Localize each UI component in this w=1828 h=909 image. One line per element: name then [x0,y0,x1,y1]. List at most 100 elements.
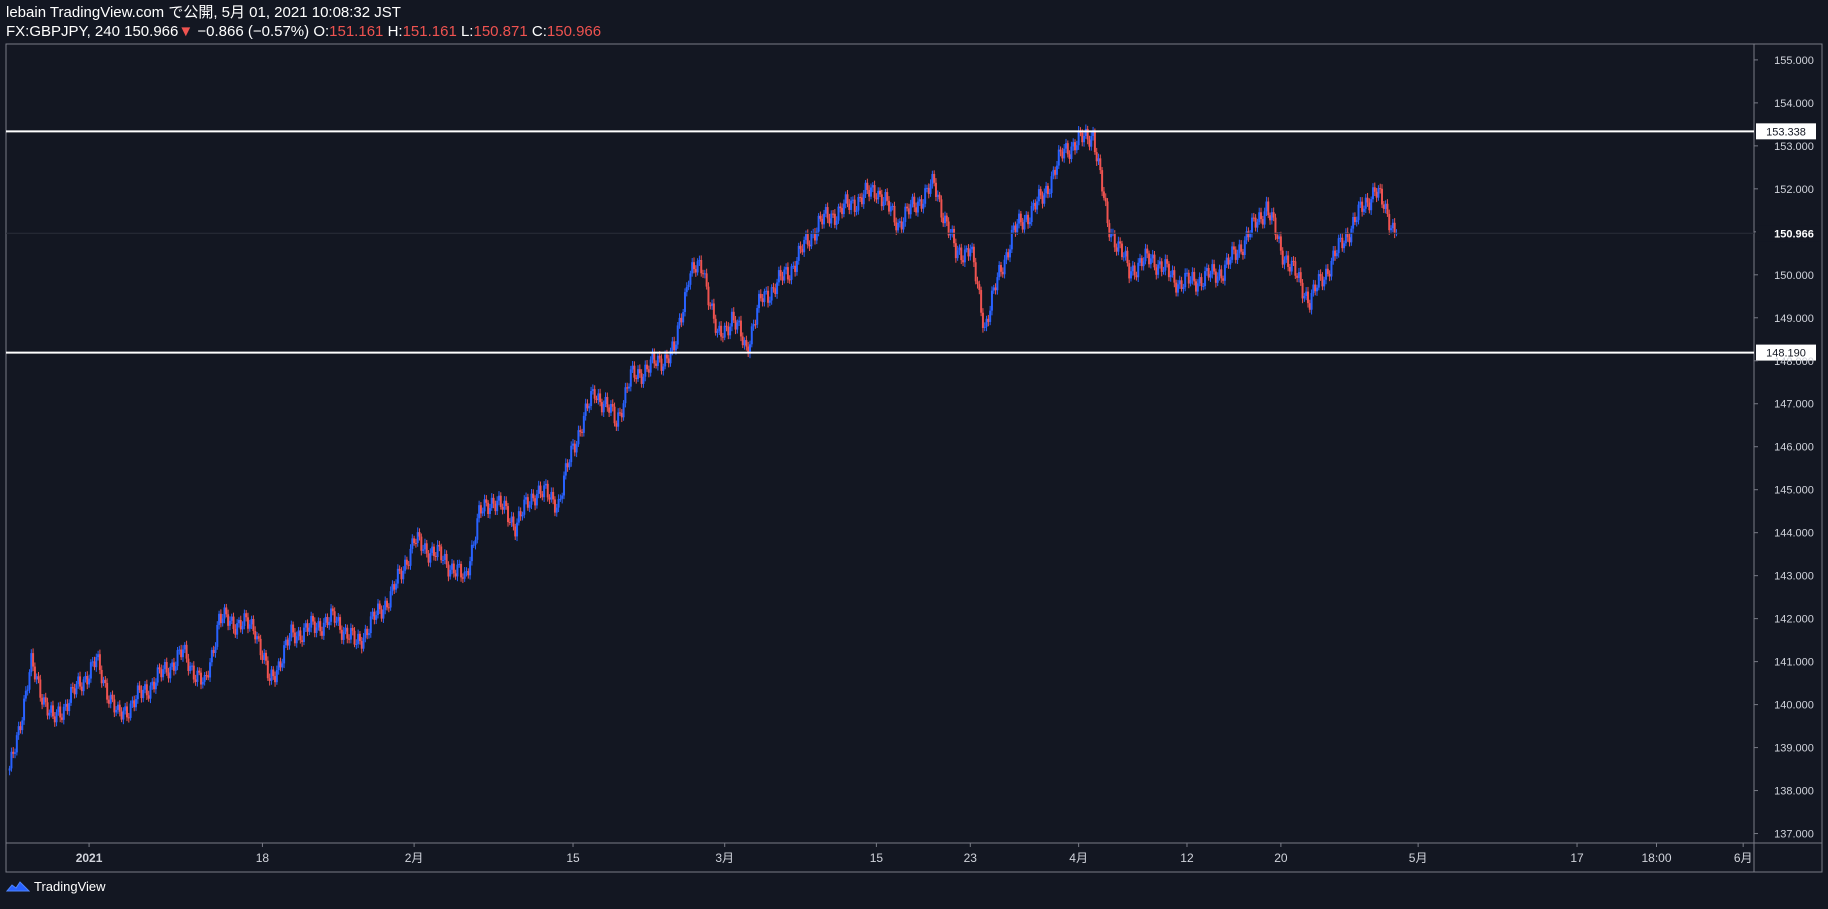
candle-body [1175,282,1178,293]
candle-body [1292,260,1295,262]
candle-body [451,563,454,570]
candle-body [1205,267,1208,272]
candle-body [1334,250,1337,257]
candle-body [788,279,791,281]
candle-body [797,245,800,261]
candle-body [553,499,556,513]
candle-body [671,341,674,351]
candle-body [483,499,486,512]
candle-body [474,539,477,545]
candle-body [1036,201,1039,210]
candle-body [1122,256,1125,258]
candle-body [1139,258,1142,263]
candle-body [330,608,333,622]
time-tick-label: 15 [566,851,580,865]
candle-body [568,462,571,468]
candle-body [115,709,118,713]
candle-body [1101,170,1104,192]
candle-body [227,614,230,626]
candle-body [929,183,932,194]
candle-body [945,215,948,222]
candle-body [758,293,761,309]
price-tick-label: 150.000 [1774,270,1814,282]
candle-body [595,398,598,401]
candle-body [572,443,575,446]
candle-body [53,716,56,723]
candle-body [1144,248,1147,262]
candle-body [160,669,163,678]
candle-body [1088,139,1091,147]
candle-body [1057,149,1060,166]
candle-body [1314,284,1317,292]
candle-body [696,261,699,273]
candle-body [1218,269,1221,277]
candle-body [1270,212,1273,221]
candle-body [10,751,13,769]
price-tick-label: 143.000 [1774,571,1814,583]
candle-body [1321,276,1324,287]
price-tick-label: 138.000 [1774,786,1814,798]
candle-body [618,412,621,414]
candle-body [1390,228,1393,231]
footer[interactable]: TradingView [6,879,106,894]
candle-body [1388,214,1391,231]
candle-body [1160,261,1163,272]
candle-body [1344,232,1347,244]
candle-body [754,324,757,326]
candle-body [1214,271,1217,283]
candle-body [931,173,934,184]
candle-body [476,518,479,540]
candle-body [967,248,970,257]
candlestick-chart[interactable]: 153.338148.190 137.000 138.000 139.000 140.… [0,0,1828,909]
candle-body [936,194,939,197]
candle-body [1368,202,1371,211]
candle-body [1070,146,1073,159]
candle-body [400,570,403,580]
candle-body [1375,191,1378,198]
candle-body [149,685,152,699]
candle-body [1166,259,1169,264]
candle-body [349,627,352,640]
candle-body [124,706,127,711]
candle-body [1310,293,1313,310]
candle-body [564,463,567,476]
candle-body [756,308,759,325]
candle-body [774,288,777,295]
candle-body [82,679,85,692]
candle-body [1110,233,1113,238]
candle-body [317,621,320,628]
candle-body [246,617,249,629]
candle-body [922,203,925,209]
candle-body [467,571,470,576]
candle-body [1095,152,1098,162]
candle-body [664,354,667,367]
candle-body [310,615,313,628]
candle-body [510,516,513,523]
candle-body [1341,237,1344,249]
candle-body [1012,225,1015,230]
candle-body [465,571,468,573]
candle-body [342,631,345,640]
candle-body [720,325,723,337]
candle-body [1323,279,1326,287]
candle-body [355,643,358,645]
candle-body [590,391,593,407]
candle-body [888,200,891,212]
candle-body [1256,222,1259,228]
candle-body [1061,151,1064,159]
candle-body [824,207,827,214]
candle-body [759,293,762,299]
candle-body [1090,135,1093,147]
candle-body [864,182,867,195]
candle-body [436,544,439,557]
candle-body [145,684,148,696]
candle-body [508,522,511,524]
candle-body [1303,295,1306,299]
candle-body [904,206,907,223]
candle-body [779,270,782,277]
candle-body [340,629,343,640]
candle-body [877,190,880,200]
candle-body [526,497,529,508]
candle-body [1108,223,1111,238]
candle-body [987,318,990,322]
